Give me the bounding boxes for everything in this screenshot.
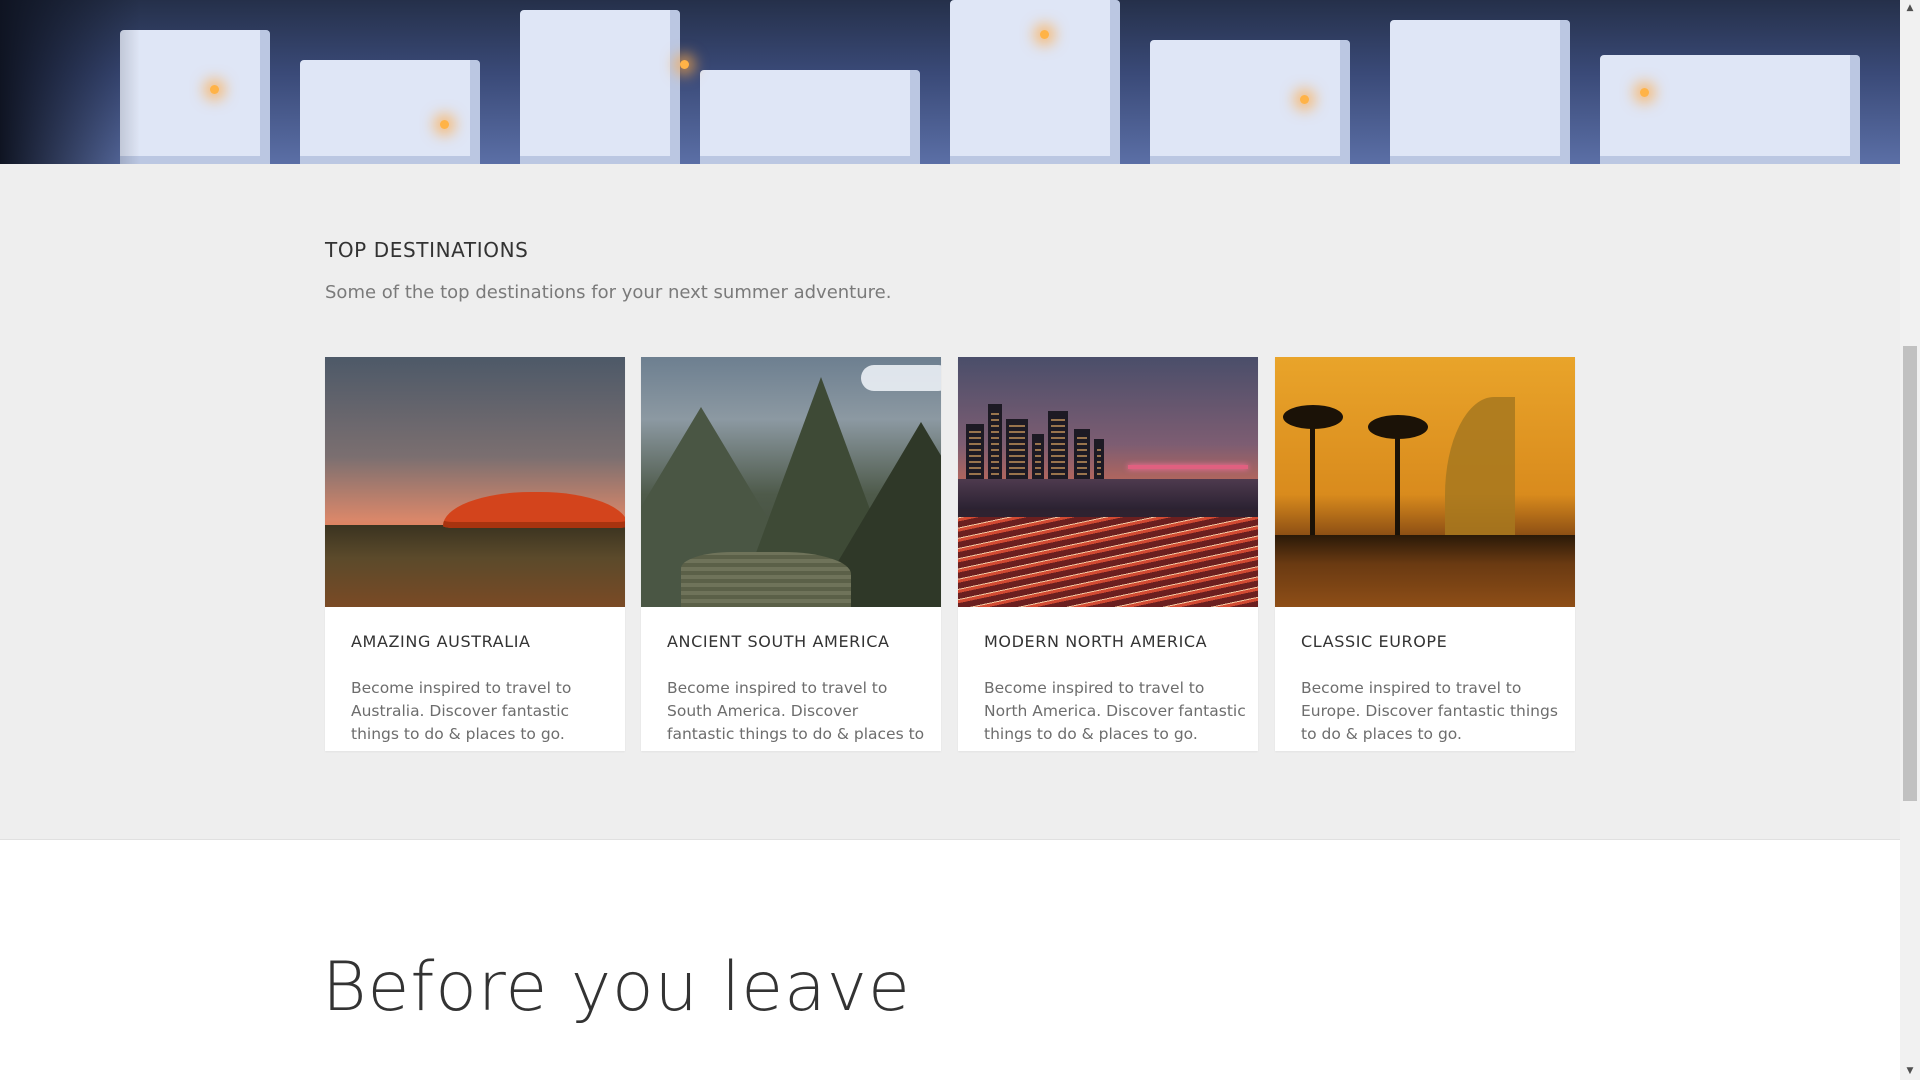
- page: TOP DESTINATIONS Some of the top destina…: [0, 0, 1900, 1080]
- australia-image[interactable]: [325, 357, 625, 607]
- before-you-leave-section: Before you leave: [0, 840, 1900, 1080]
- europe-image[interactable]: [1275, 357, 1575, 607]
- card-title[interactable]: AMAZING AUSTRALIA: [351, 632, 531, 651]
- section-subtitle: Some of the top destinations for your ne…: [325, 282, 892, 303]
- top-destinations-section: TOP DESTINATIONS Some of the top destina…: [0, 164, 1900, 840]
- card-description: Become inspired to travel to Europe. Dis…: [1301, 679, 1558, 743]
- scroll-up-arrow-icon[interactable]: ▲: [1900, 0, 1920, 17]
- card-description: Become inspired to travel to South Ameri…: [667, 679, 925, 751]
- card-description: Become inspired to travel to Australia. …: [351, 679, 572, 743]
- before-you-leave-heading: Before you leave: [322, 948, 911, 1027]
- scroll-down-arrow-icon[interactable]: ▼: [1900, 1063, 1920, 1080]
- card-title[interactable]: ANCIENT SOUTH AMERICA: [667, 632, 890, 651]
- north-america-image[interactable]: [958, 357, 1258, 607]
- card-title[interactable]: CLASSIC EUROPE: [1301, 632, 1447, 651]
- section-title: TOP DESTINATIONS: [325, 238, 529, 262]
- card-title[interactable]: MODERN NORTH AMERICA: [984, 632, 1207, 651]
- destination-card-north-america[interactable]: MODERN NORTH AMERICA Become inspired to …: [958, 357, 1258, 751]
- destination-card-australia[interactable]: AMAZING AUSTRALIA Become inspired to tra…: [325, 357, 625, 751]
- hero-image: [0, 0, 1900, 164]
- destination-card-europe[interactable]: CLASSIC EUROPE Become inspired to travel…: [1275, 357, 1575, 751]
- south-america-image[interactable]: [641, 357, 941, 607]
- card-description: Become inspired to travel to North Ameri…: [984, 679, 1246, 743]
- destination-card-south-america[interactable]: ANCIENT SOUTH AMERICA Become inspired to…: [641, 357, 941, 751]
- destination-cards: AMAZING AUSTRALIA Become inspired to tra…: [325, 357, 1575, 751]
- scrollbar-thumb[interactable]: [1903, 346, 1917, 801]
- vertical-scrollbar[interactable]: ▲ ▼: [1900, 0, 1920, 1080]
